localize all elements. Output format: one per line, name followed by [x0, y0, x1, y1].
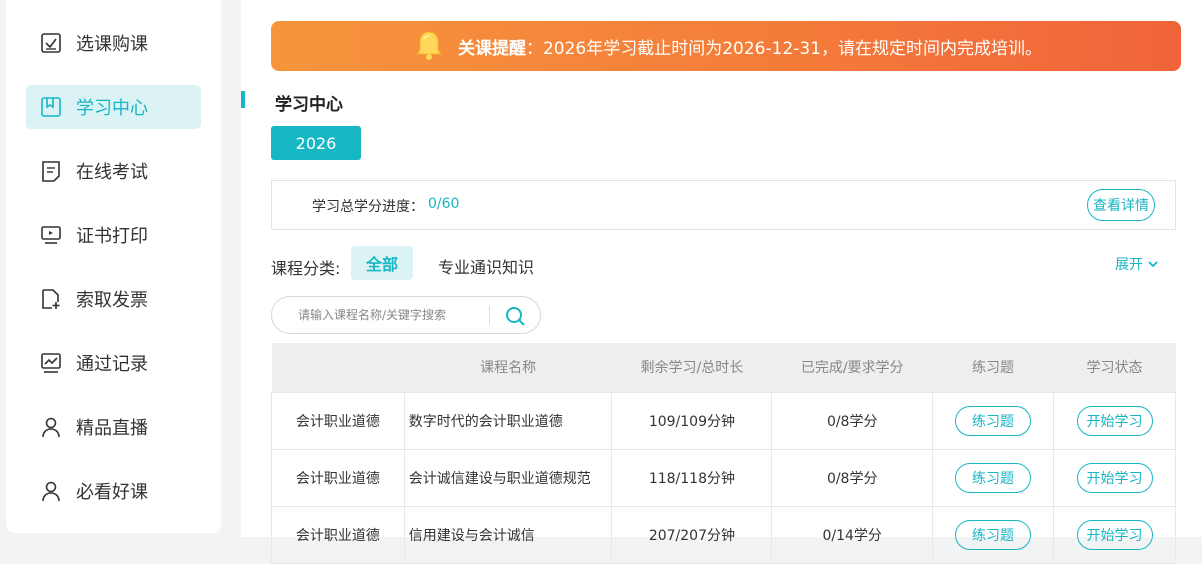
sidebar-item-label: 精品直播 — [76, 418, 148, 439]
sidebar-item-label: 通过记录 — [76, 354, 148, 375]
course-category: 会计职业道德 — [271, 448, 405, 507]
sidebar-item-pass-records[interactable]: 通过记录 — [26, 341, 201, 385]
user-icon — [40, 480, 62, 502]
chevron-down-icon — [1148, 261, 1158, 268]
column-header-exercise: 练习题 — [932, 343, 1054, 392]
expand-button[interactable]: 展开 — [1115, 254, 1160, 274]
course-category: 会计职业道德 — [271, 391, 405, 450]
course-category: 会计职业道德 — [271, 505, 405, 564]
chart-icon — [40, 352, 62, 374]
category-label: 课程分类: — [271, 259, 341, 278]
main-panel: 关课提醒 ：2026年学习截止时间为2026-12-31，请在规定时间内完成培训… — [241, 0, 1202, 564]
search-input[interactable] — [298, 306, 478, 324]
sidebar-item-course-purchase[interactable]: 选课购课 — [26, 21, 201, 65]
sidebar-item-label: 证书打印 — [76, 226, 148, 247]
sidebar-item-must-watch[interactable]: 必看好课 — [26, 469, 201, 513]
column-header-course-name: 课程名称 — [404, 343, 612, 392]
column-header-status: 学习状态 — [1053, 343, 1176, 392]
table-header-row: 课程名称 剩余学习/总时长 已完成/要求学分 练习题 学习状态 — [271, 343, 1176, 392]
sidebar: 选课购课 学习中心 在线考试 证书打印 索取发票 通过记录 精品直播 必看好课 — [6, 0, 221, 533]
user-icon — [40, 416, 62, 438]
course-name: 信用建设与会计诚信 — [403, 505, 613, 564]
sidebar-item-label: 选课购课 — [76, 34, 148, 55]
sidebar-item-invoice[interactable]: 索取发票 — [26, 277, 201, 321]
sidebar-item-online-exam[interactable]: 在线考试 — [26, 149, 201, 193]
exercise-cell: 练习题 — [932, 391, 1055, 450]
course-credits: 0/14学分 — [771, 505, 934, 564]
course-name: 数字时代的会计职业道德 — [403, 391, 613, 450]
status-cell: 开始学习 — [1053, 391, 1176, 450]
checkbox-icon — [40, 32, 62, 54]
search-divider — [489, 306, 490, 325]
table-row: 会计职业道德 会计诚信建设与职业道德规范 118/118分钟 0/8学分 练习题… — [271, 448, 1176, 507]
course-credits: 0/8学分 — [771, 391, 934, 450]
progress-label: 学习总学分进度： — [312, 199, 424, 215]
document-icon — [40, 160, 62, 182]
expand-label: 展开 — [1115, 257, 1143, 273]
credit-progress-panel: 学习总学分进度： 0/60 查看详情 — [271, 180, 1176, 230]
exercise-cell: 练习题 — [932, 448, 1055, 507]
title-accent-bar — [241, 91, 245, 108]
column-header-credits: 已完成/要求学分 — [771, 343, 933, 392]
sidebar-item-label: 必看好课 — [76, 482, 148, 503]
start-learning-button[interactable]: 开始学习 — [1076, 405, 1153, 436]
course-duration: 118/118分钟 — [611, 448, 773, 507]
status-cell: 开始学习 — [1053, 448, 1176, 507]
search-icon[interactable] — [504, 305, 526, 327]
start-learning-button[interactable]: 开始学习 — [1076, 462, 1153, 493]
status-cell: 开始学习 — [1053, 505, 1176, 564]
sidebar-item-certificate-print[interactable]: 证书打印 — [26, 213, 201, 257]
exercise-cell: 练习题 — [932, 505, 1055, 564]
exercise-button[interactable]: 练习题 — [955, 462, 1032, 493]
banner-text: ：2026年学习截止时间为2026-12-31，请在规定时间内完成培训。 — [525, 38, 1043, 59]
bookmark-icon — [40, 96, 62, 118]
sidebar-item-learning-center[interactable]: 学习中心 — [26, 85, 201, 129]
exercise-button[interactable]: 练习题 — [955, 519, 1032, 550]
category-professional-button[interactable]: 专业通识知识 — [438, 254, 534, 278]
bell-icon — [415, 31, 442, 60]
column-header-category — [271, 343, 405, 392]
exercise-button[interactable]: 练习题 — [955, 405, 1032, 436]
sidebar-item-label: 在线考试 — [76, 162, 148, 183]
banner-title: 关课提醒 — [457, 38, 526, 59]
sidebar-item-label: 索取发票 — [76, 290, 148, 311]
category-all-button[interactable]: 全部 — [351, 246, 413, 280]
course-search — [271, 296, 541, 334]
table-row: 会计职业道德 信用建设与会计诚信 207/207分钟 0/14学分 练习题 开始… — [271, 505, 1176, 564]
progress-value: 0/60 — [428, 196, 460, 212]
file-add-icon — [40, 288, 62, 310]
start-learning-button[interactable]: 开始学习 — [1076, 519, 1153, 550]
sidebar-item-label: 学习中心 — [76, 98, 148, 119]
view-details-button[interactable]: 查看详情 — [1087, 189, 1155, 221]
page-title: 学习中心 — [275, 95, 343, 115]
sidebar-item-live[interactable]: 精品直播 — [26, 405, 201, 449]
course-name: 会计诚信建设与职业道德规范 — [403, 448, 613, 507]
table-row: 会计职业道德 数字时代的会计职业道德 109/109分钟 0/8学分 练习题 开… — [271, 391, 1176, 450]
monitor-icon — [40, 224, 62, 246]
reminder-banner: 关课提醒 ：2026年学习截止时间为2026-12-31，请在规定时间内完成培训… — [271, 21, 1181, 71]
course-duration: 109/109分钟 — [611, 391, 773, 450]
course-credits: 0/8学分 — [771, 448, 934, 507]
course-duration: 207/207分钟 — [611, 505, 773, 564]
column-header-duration: 剩余学习/总时长 — [611, 343, 772, 392]
year-tab-2026[interactable]: 2026 — [271, 126, 361, 160]
course-table: 课程名称 剩余学习/总时长 已完成/要求学分 练习题 学习状态 会计职业道德 数… — [271, 343, 1176, 564]
